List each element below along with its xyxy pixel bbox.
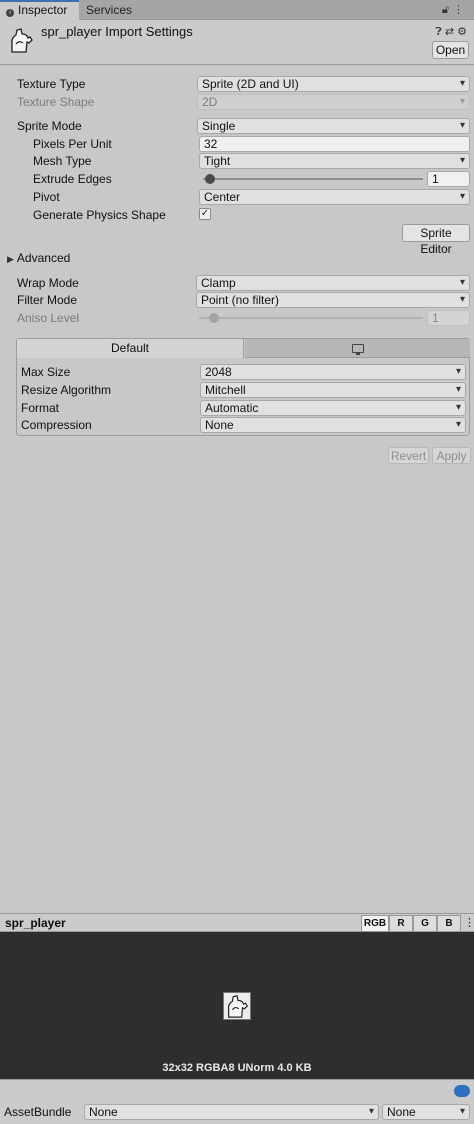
monitor-icon (351, 344, 364, 355)
tab-services-label: Services (86, 3, 133, 17)
pivot-label: Pivot (33, 190, 60, 204)
channel-b-button[interactable]: B (437, 915, 461, 932)
max-size-dropdown[interactable]: 2048 (200, 364, 466, 380)
resize-algorithm-dropdown[interactable]: Mitchell (200, 382, 466, 398)
sprite-editor-button[interactable]: Sprite Editor (402, 224, 470, 256)
texture-shape-dropdown: 2D (197, 94, 470, 110)
aniso-level-slider (199, 317, 423, 319)
format-dropdown[interactable]: Automatic (200, 400, 466, 416)
sprite-preview-image (223, 992, 251, 1020)
filter-mode-label: Filter Mode (17, 293, 78, 307)
sprite-mode-label: Sprite Mode (17, 119, 82, 133)
open-button[interactable]: Open (432, 41, 469, 59)
pixels-per-unit-field[interactable]: 32 (199, 136, 470, 152)
aniso-level-label: Aniso Level (17, 311, 80, 325)
apply-button[interactable]: Apply (432, 447, 471, 464)
preview-header: spr_player RGB R G B ⋮ (0, 913, 474, 932)
wrap-mode-label: Wrap Mode (17, 276, 79, 290)
help-icon[interactable]: ❓︎ (435, 26, 445, 38)
inspector-header: spr_player Import Settings ❓︎⇄⚙ Open (0, 21, 474, 65)
aniso-level-slider-thumb (209, 313, 219, 323)
asset-bundle-variant-dropdown[interactable]: None (382, 1104, 470, 1120)
asset-bundle-bar: AssetBundle None None (0, 1079, 474, 1124)
revert-button[interactable]: Revert (388, 447, 429, 464)
compression-label: Compression (21, 418, 92, 432)
asset-bundle-label: AssetBundle (4, 1105, 72, 1119)
preview-menu-icon[interactable]: ⋮ (464, 916, 474, 929)
texture-type-dropdown[interactable]: Sprite (2D and UI) (197, 76, 470, 92)
filter-mode-dropdown[interactable]: Point (no filter) (196, 292, 470, 308)
mesh-type-dropdown[interactable]: Tight (199, 153, 470, 169)
texture-type-label: Texture Type (17, 77, 86, 91)
max-size-label: Max Size (21, 365, 71, 379)
pixels-per-unit-label: Pixels Per Unit (33, 137, 112, 151)
inspector-icon: i (6, 9, 14, 17)
asset-labels-icon[interactable] (454, 1085, 470, 1097)
texture-shape-label: Texture Shape (17, 95, 95, 109)
preview-title: spr_player (5, 916, 66, 930)
extrude-edges-field[interactable]: 1 (427, 171, 470, 187)
resize-algorithm-label: Resize Algorithm (21, 383, 112, 397)
extrude-edges-label: Extrude Edges (33, 172, 112, 186)
extrude-edges-slider[interactable] (203, 178, 423, 180)
generate-physics-shape-label: Generate Physics Shape (33, 208, 166, 222)
compression-dropdown[interactable]: None (200, 417, 466, 433)
tab-services[interactable]: Services (80, 0, 140, 20)
preset-icon[interactable]: ⇄ (445, 26, 457, 38)
settings-icon[interactable]: ⚙ (457, 26, 470, 38)
tab-inspector-label: Inspector (18, 3, 68, 17)
more-menu-icon[interactable]: ⋮ (453, 4, 468, 16)
foldout-arrow-icon: ▶ (7, 254, 14, 264)
generate-physics-shape-checkbox[interactable]: ✓ (199, 208, 211, 220)
format-label: Format (21, 401, 60, 415)
window-tab-bar: i Inspector Services 🔓︎⋮ (0, 0, 474, 20)
preview-info: 32x32 RGBA8 UNorm 4.0 KB (162, 1062, 312, 1074)
advanced-label: Advanced (16, 251, 71, 265)
sprite-mode-dropdown[interactable]: Single (197, 118, 470, 134)
platform-settings-panel: Default Max Size 2048 Resize Algorithm M… (16, 338, 470, 436)
advanced-foldout[interactable]: ▶ Advanced (7, 251, 70, 265)
channel-rgb-button[interactable]: RGB (361, 915, 389, 932)
texture-preview: 32x32 RGBA8 UNorm 4.0 KB (0, 932, 474, 1079)
channel-g-button[interactable]: G (413, 915, 437, 932)
tab-standalone-platform[interactable] (245, 339, 470, 358)
lock-icon[interactable]: 🔓︎ (442, 4, 453, 16)
page-title: spr_player Import Settings (41, 24, 193, 39)
aniso-level-field: 1 (427, 310, 470, 326)
tab-inspector[interactable]: i Inspector (0, 0, 79, 20)
extrude-edges-slider-thumb[interactable] (205, 174, 215, 184)
sprite-asset-icon (11, 28, 33, 53)
tab-default-platform[interactable]: Default (17, 339, 244, 358)
asset-bundle-name-dropdown[interactable]: None (84, 1104, 379, 1120)
mesh-type-label: Mesh Type (33, 154, 92, 168)
pivot-dropdown[interactable]: Center (199, 189, 470, 205)
tab-tools: 🔓︎⋮ (442, 3, 468, 17)
header-icons: ❓︎⇄⚙ (435, 25, 470, 39)
channel-r-button[interactable]: R (389, 915, 413, 932)
wrap-mode-dropdown[interactable]: Clamp (196, 275, 470, 291)
